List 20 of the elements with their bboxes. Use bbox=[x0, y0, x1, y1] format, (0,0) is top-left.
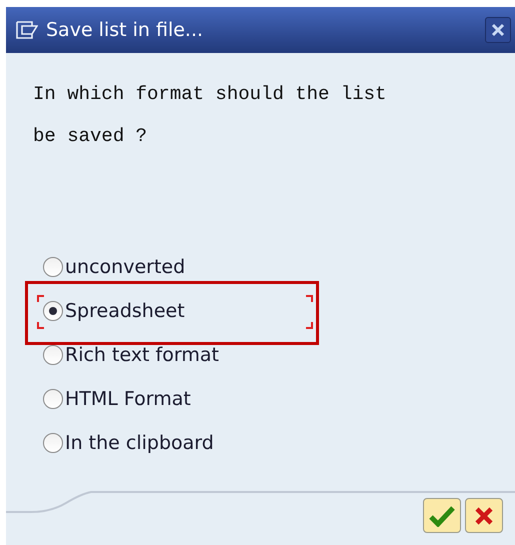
radio-button[interactable] bbox=[43, 345, 63, 365]
radio-button[interactable] bbox=[43, 389, 63, 409]
dialog-icon bbox=[16, 21, 38, 39]
option-label[interactable]: In the clipboard bbox=[65, 431, 214, 455]
cancel-button[interactable] bbox=[465, 498, 503, 533]
confirm-button[interactable] bbox=[423, 498, 461, 533]
option-label[interactable]: Spreadsheet bbox=[65, 299, 185, 323]
option-label[interactable]: Rich text format bbox=[65, 343, 219, 367]
radio-button[interactable] bbox=[43, 257, 63, 277]
question-text: In which format should the list bbox=[33, 82, 388, 107]
question-text: be saved ? bbox=[33, 124, 148, 149]
checkmark-icon bbox=[429, 504, 455, 526]
close-button[interactable] bbox=[485, 17, 511, 43]
radio-button[interactable] bbox=[43, 433, 63, 453]
close-icon bbox=[474, 506, 494, 526]
option-label[interactable]: HTML Format bbox=[65, 387, 191, 411]
option-label[interactable]: unconverted bbox=[65, 255, 186, 279]
close-icon bbox=[491, 23, 505, 37]
window-title: Save list in file... bbox=[46, 18, 204, 43]
radio-button[interactable] bbox=[43, 301, 63, 321]
